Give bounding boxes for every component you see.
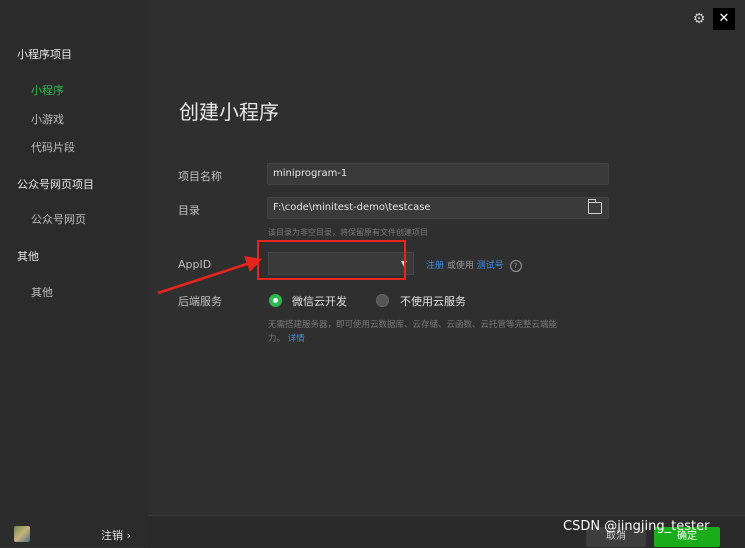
backend-label: 后端服务 xyxy=(178,295,222,308)
folder-icon[interactable] xyxy=(588,199,602,214)
window-controls: ⚙ ✕ xyxy=(691,8,735,30)
or-use-text: 或使用 xyxy=(446,261,474,271)
appid-label: AppID xyxy=(178,258,212,271)
close-icon[interactable]: ✕ xyxy=(713,8,735,30)
cloud-dev-label: 微信云开发 xyxy=(292,295,347,308)
directory-value: F:\code\minitest-demo\testcase xyxy=(273,202,431,213)
details-link[interactable]: 详情 xyxy=(288,334,305,344)
gear-icon[interactable]: ⚙ xyxy=(691,11,707,27)
project-name-input[interactable]: miniprogram-1 xyxy=(267,163,609,185)
appid-links: 注册 或使用 测试号 ? xyxy=(426,258,522,272)
register-link[interactable]: 注册 xyxy=(426,261,444,271)
sidebar-item-official-web[interactable]: 公众号网页 xyxy=(31,211,86,227)
test-account-link[interactable]: 测试号 xyxy=(477,261,504,271)
main-panel xyxy=(148,0,745,547)
page-title: 创建小程序 xyxy=(179,100,279,124)
backend-hint-line2: 力。 详情 xyxy=(268,332,305,344)
sidebar-item-code-snippet[interactable]: 代码片段 xyxy=(31,139,75,155)
sidebar-section-official-web: 公众号网页项目 xyxy=(17,178,94,191)
directory-label: 目录 xyxy=(178,204,200,217)
watermark: CSDN @jingjing_tester xyxy=(563,519,710,534)
sidebar: 小程序项目 小程序 小游戏 代码片段 公众号网页项目 公众号网页 其他 其他 注… xyxy=(0,0,148,547)
sidebar-item-other[interactable]: 其他 xyxy=(31,284,53,300)
help-icon[interactable]: ? xyxy=(509,259,522,272)
backend-hint-line1: 无需搭建服务器，即可使用云数据库、云存储、云函数、云托管等完整云端能 xyxy=(268,320,558,330)
sidebar-item-miniprogram[interactable]: 小程序 xyxy=(31,82,64,98)
annotation-highlight-box xyxy=(257,240,406,280)
logout-button[interactable]: 注销 › xyxy=(101,527,131,543)
project-name-label: 项目名称 xyxy=(178,170,222,183)
radio-cloud-dev[interactable] xyxy=(269,294,282,307)
sidebar-section-other: 其他 xyxy=(17,250,39,263)
no-cloud-label: 不使用云服务 xyxy=(400,295,466,308)
radio-no-cloud[interactable] xyxy=(376,294,389,307)
sidebar-item-minigame[interactable]: 小游戏 xyxy=(31,111,64,127)
logout-label: 注销 xyxy=(101,529,123,542)
chevron-right-icon: › xyxy=(126,529,131,542)
backend-hint-tail: 力。 xyxy=(268,334,286,344)
directory-input[interactable]: F:\code\minitest-demo\testcase xyxy=(267,197,609,219)
sidebar-section-miniprogram: 小程序项目 xyxy=(17,48,72,61)
avatar[interactable] xyxy=(14,526,30,542)
directory-hint: 该目录为非空目录，将保留原有文件创建项目 xyxy=(268,228,428,237)
